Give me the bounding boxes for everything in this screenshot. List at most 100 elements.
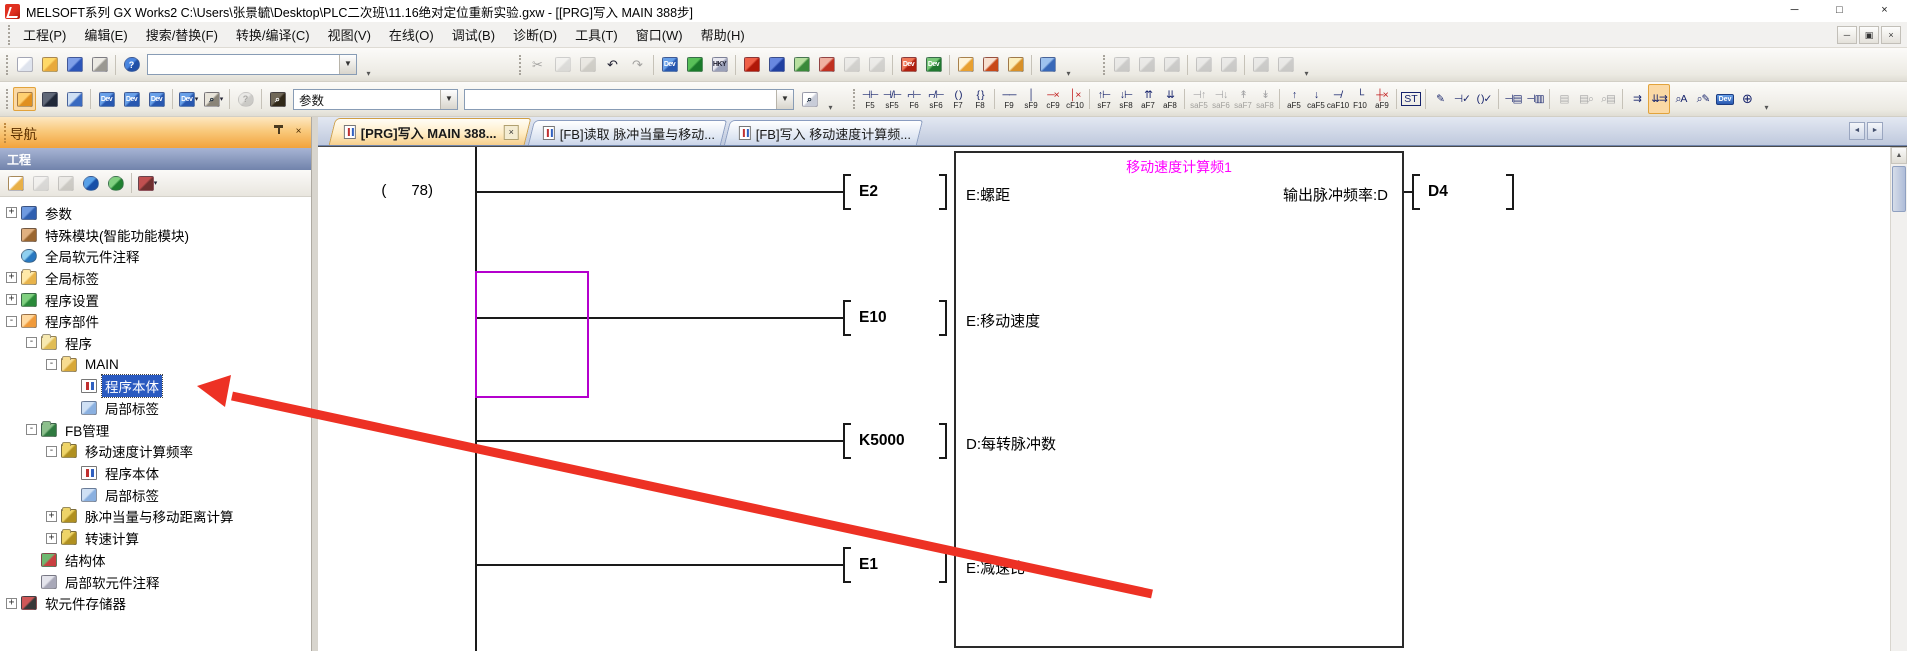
device-read-icon[interactable]: Dev	[922, 53, 945, 77]
tree-item-label[interactable]: FB管理	[62, 419, 112, 441]
dropdown-arrow-icon[interactable]: ▾	[195, 95, 199, 103]
function-block-selection-icon[interactable]	[38, 87, 61, 111]
tab-label[interactable]: [FB]写入 移动速度计算频...	[756, 124, 911, 143]
tree-item-label[interactable]: 软元件存储器	[42, 592, 129, 614]
menu-help[interactable]: 帮助(H)	[692, 22, 754, 47]
undo-icon[interactable]: ↶	[601, 53, 624, 77]
doc-batch-icon[interactable]: ▤	[1553, 84, 1575, 114]
tree-item-program[interactable]: - 程序	[26, 332, 311, 354]
tree-item-label[interactable]: 移动速度计算频率	[82, 440, 196, 462]
tree-item-fb-management[interactable]: - FB管理	[26, 419, 311, 441]
pc-monitor-icon[interactable]	[1036, 53, 1059, 77]
maximize-button[interactable]: □	[1817, 0, 1862, 22]
tree-item-fb-program-body[interactable]: 程序本体	[66, 462, 311, 484]
redo-icon[interactable]: ↷	[626, 53, 649, 77]
falling-edge-icon[interactable]: ↓caF5	[1305, 84, 1327, 114]
tree-item-fb-local-label[interactable]: 局部标签	[66, 484, 311, 506]
tree-item-parameter[interactable]: +参数	[6, 202, 311, 224]
fb-input-cell[interactable]: K5000	[843, 423, 947, 459]
combo-arrow-icon[interactable]: ▼	[776, 90, 793, 109]
fb-monitor-2-icon[interactable]	[1135, 53, 1158, 77]
print-icon[interactable]	[88, 53, 111, 77]
copy-icon[interactable]	[29, 171, 52, 195]
wire-write-icon[interactable]: ⇊⇉	[1648, 84, 1670, 114]
application-instruction-icon[interactable]: { }F8	[969, 84, 991, 114]
tree-item-label[interactable]: 全局标签	[42, 267, 102, 289]
property-icon[interactable]	[79, 171, 102, 195]
vertical-scrollbar[interactable]: ▲	[1890, 147, 1907, 651]
line-input-icon[interactable]: └F10	[1349, 84, 1371, 114]
toolbar-overflow-icon[interactable]: ▾	[1300, 52, 1313, 78]
tree-item-label[interactable]: 参数	[42, 202, 75, 224]
paste-icon[interactable]	[576, 53, 599, 77]
module-combo[interactable]: ▼	[464, 89, 794, 110]
vertical-line-icon[interactable]: │sF9	[1020, 84, 1042, 114]
device-find-icon[interactable]: Dev	[1714, 84, 1736, 114]
cut-icon[interactable]: ✂	[526, 53, 549, 77]
coil-icon[interactable]: ( )F7	[947, 84, 969, 114]
tree-item-label[interactable]: 局部软元件注释	[62, 571, 163, 593]
device-value[interactable]: D4	[1420, 174, 1506, 210]
menu-online[interactable]: 在线(O)	[380, 22, 443, 47]
doc-import-icon[interactable]	[979, 53, 1002, 77]
device-comment-icon[interactable]: Dev	[95, 87, 118, 111]
close-contact-icon[interactable]: ⊣/⊢sF5	[881, 84, 903, 114]
new-file-icon[interactable]	[13, 53, 36, 77]
device-value[interactable]: E1	[851, 547, 939, 583]
device-find-icon[interactable]: Dev	[658, 53, 681, 77]
function-block[interactable]: 移动速度计算频1 E:螺距 E:移动速度 D:每转脉冲数 E:减速比 输出脉冲频…	[954, 151, 1404, 648]
menu-view[interactable]: 视图(V)	[319, 22, 380, 47]
fb-input-cell[interactable]: E10	[843, 300, 947, 336]
scrollbar-thumb[interactable]	[1892, 166, 1906, 212]
delete-line-icon[interactable]: ─/caF10	[1327, 84, 1349, 114]
navigation-window-icon[interactable]	[13, 87, 36, 111]
help-icon[interactable]: ?	[234, 87, 257, 111]
tree-item-global-device-comment[interactable]: 全局软元件注释	[6, 245, 311, 267]
tab-scroll-right-icon[interactable]: ►	[1867, 122, 1883, 140]
device-test-icon[interactable]: HKY	[708, 53, 731, 77]
tree-item-label[interactable]: 全局软元件注释	[42, 245, 143, 267]
toolbar-overflow-icon[interactable]: ▾	[362, 52, 375, 78]
fb-output-cell[interactable]: D4	[1412, 174, 1514, 210]
fb-input-cell[interactable]: E1	[843, 547, 947, 583]
tree-expander[interactable]: -	[26, 424, 37, 435]
find-device-green-icon[interactable]	[790, 53, 813, 77]
paste-icon[interactable]	[54, 171, 77, 195]
rising-edge-icon[interactable]: ↑aF5	[1283, 84, 1305, 114]
tree-item-global-label[interactable]: +全局标签	[6, 267, 311, 289]
doc-copy-icon[interactable]	[1004, 53, 1027, 77]
device-comment3-icon[interactable]: Dev	[145, 87, 168, 111]
tree-item-special-module[interactable]: 特殊模块(智能功能模块)	[6, 224, 311, 246]
tree-item-program-setting[interactable]: + 程序设置	[6, 289, 311, 311]
tree-expander[interactable]: +	[46, 533, 57, 544]
tree-item-label[interactable]: 结构体	[62, 549, 109, 571]
mdi-minimize-button[interactable]: ─	[1837, 26, 1857, 44]
tree-expander[interactable]: +	[6, 294, 17, 305]
menu-convert-compile[interactable]: 转换/编译(C)	[227, 22, 319, 47]
find-gray2-icon[interactable]	[865, 53, 888, 77]
open-branch-icon[interactable]: ⌐⊢F6	[903, 84, 925, 114]
minimize-button[interactable]: ─	[1772, 0, 1817, 22]
doc-find2-icon[interactable]: ⌕▤	[1597, 84, 1619, 114]
wire-insert-icon[interactable]: ⇉	[1626, 84, 1648, 114]
tree-expander[interactable]: -	[26, 337, 37, 348]
fb-monitor-1-icon[interactable]	[1110, 53, 1133, 77]
panel-close-icon[interactable]: ×	[290, 124, 307, 141]
device-write-icon[interactable]: Dev	[897, 53, 920, 77]
tree-item-label[interactable]: 程序	[62, 332, 95, 354]
pin-icon[interactable]	[270, 124, 287, 141]
tree-item-label[interactable]: 程序部件	[42, 310, 102, 332]
menu-diagnostics[interactable]: 诊断(D)	[504, 22, 566, 47]
note-icon[interactable]: ⊣▥	[1524, 84, 1546, 114]
doc-search-icon[interactable]: ⌕	[798, 87, 821, 111]
tree-item-label[interactable]: 局部标签	[102, 397, 162, 419]
tree-expander[interactable]: -	[46, 359, 57, 370]
menu-debug[interactable]: 调试(B)	[443, 22, 504, 47]
delete-vertical-line-icon[interactable]: │×cF10	[1064, 84, 1086, 114]
open-file-icon[interactable]	[38, 53, 61, 77]
tree-item-label[interactable]: 程序设置	[42, 289, 102, 311]
edit-coil-icon[interactable]: ( )✓	[1473, 84, 1495, 114]
horizontal-line-icon[interactable]: ──F9	[998, 84, 1020, 114]
tree-item-program-parts[interactable]: -程序部件	[6, 310, 311, 332]
toolbar-overflow-icon[interactable]: ▾	[1062, 52, 1075, 78]
